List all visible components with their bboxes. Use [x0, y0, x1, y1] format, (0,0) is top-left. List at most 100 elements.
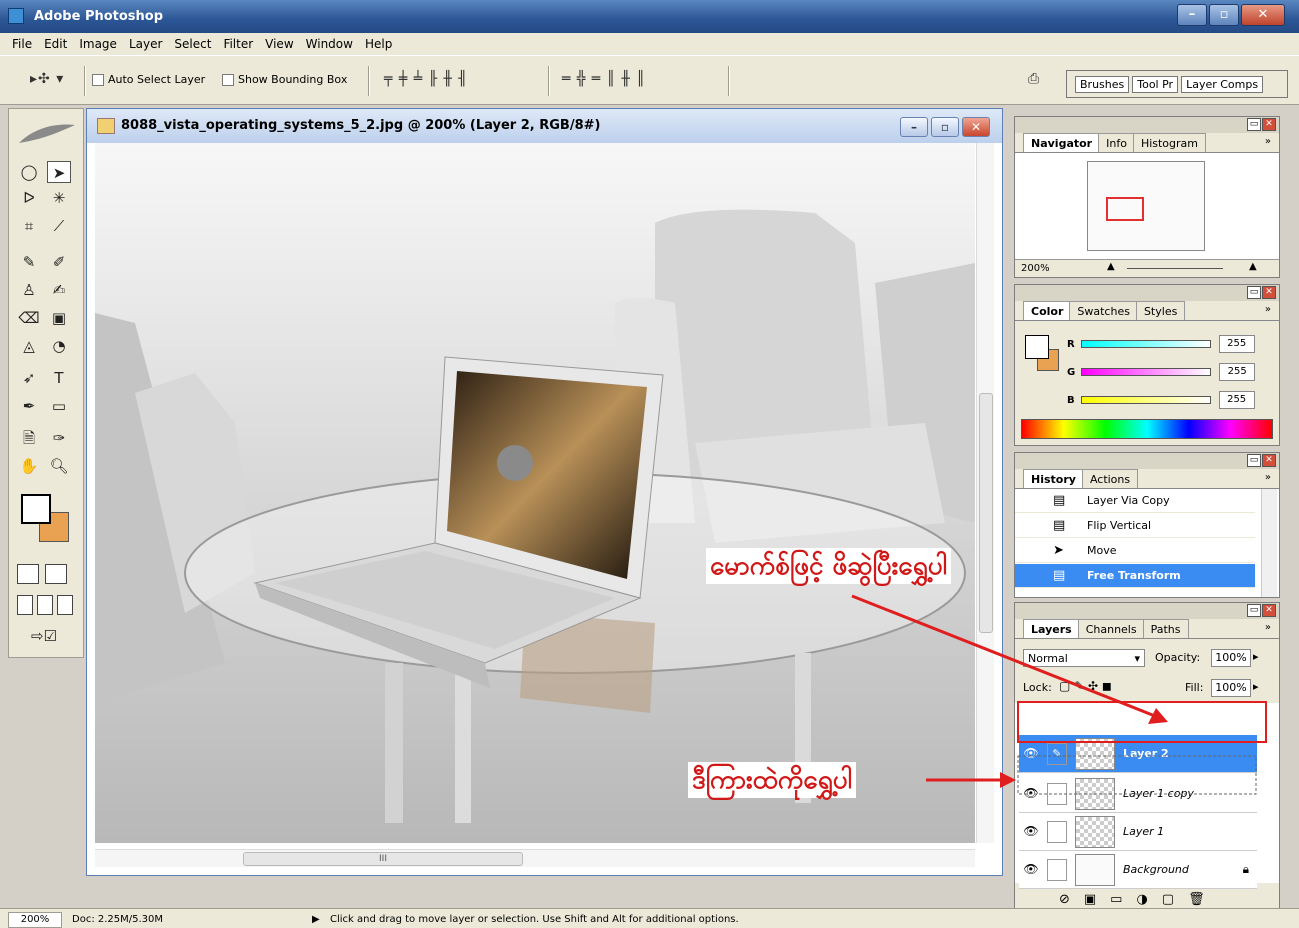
zoom-out-icon[interactable]: ▲ [1107, 261, 1115, 272]
jump-to-imageready-icon[interactable]: ⇨☑ [17, 625, 71, 647]
clone-stamp-icon[interactable]: ♙ [17, 279, 41, 301]
panel-minimize-button[interactable]: ▭ [1247, 286, 1261, 299]
panel-minimize-button[interactable]: ▭ [1247, 454, 1261, 467]
opacity-field[interactable]: 100% [1211, 649, 1251, 667]
navigator-zoom-value[interactable]: 200% [1021, 263, 1050, 274]
panel-menu-icon[interactable]: » [1265, 136, 1271, 147]
panel-close-button[interactable]: ✕ [1262, 454, 1276, 467]
brush-link-icon[interactable]: ✎ [1047, 743, 1067, 765]
brush-tool-icon[interactable]: ✐ [47, 251, 71, 273]
doc-maximize-button[interactable]: ▫ [931, 117, 959, 137]
eyedropper-tool-icon[interactable]: ✑ [47, 427, 71, 449]
tab-paths[interactable]: Paths [1142, 619, 1189, 638]
fill-field[interactable]: 100% [1211, 679, 1251, 697]
doc-close-button[interactable]: ✕ [962, 117, 990, 137]
eraser-tool-icon[interactable]: ⌫ [17, 307, 41, 329]
history-item[interactable]: ▤ Flip Vertical [1015, 514, 1255, 538]
menu-image[interactable]: Image [73, 33, 123, 55]
layer-row-layer-1-copy[interactable]: 👁︎ Layer 1 copy [1019, 775, 1257, 813]
green-value[interactable]: 255 [1219, 363, 1256, 381]
maximize-button[interactable]: ▫ [1209, 4, 1239, 26]
link-box[interactable] [1047, 821, 1067, 843]
screen-mode-standard-button[interactable] [17, 595, 33, 615]
minimize-button[interactable]: – [1177, 4, 1207, 26]
color-fg-swatch[interactable] [1025, 335, 1049, 359]
pen-tool-icon[interactable]: ✒ [17, 395, 41, 417]
green-slider[interactable] [1081, 368, 1212, 376]
vertical-scrollbar[interactable] [976, 143, 994, 843]
screen-mode-full-button[interactable] [57, 595, 73, 615]
tab-channels[interactable]: Channels [1077, 619, 1145, 638]
dodge-tool-icon[interactable]: ◔ [47, 335, 71, 357]
show-bounding-box-option[interactable]: Show Bounding Box [222, 73, 347, 86]
magic-wand-tool-icon[interactable]: ✳ [47, 187, 71, 209]
vertical-scroll-thumb[interactable] [979, 393, 993, 633]
palette-well-icon[interactable]: ⎙ [1028, 71, 1040, 87]
menu-view[interactable]: View [259, 33, 299, 55]
blue-slider[interactable] [1080, 396, 1211, 404]
panel-close-button[interactable]: ✕ [1262, 118, 1276, 131]
menu-edit[interactable]: Edit [38, 33, 73, 55]
auto-select-checkbox[interactable] [92, 73, 104, 86]
screen-mode-full-menu-button[interactable] [37, 595, 53, 615]
close-button[interactable]: ✕ [1241, 4, 1285, 26]
shape-tool-icon[interactable]: ▭ [47, 395, 71, 417]
menu-help[interactable]: Help [359, 33, 398, 55]
menu-select[interactable]: Select [168, 33, 217, 55]
zoom-in-icon[interactable]: ▲ [1249, 261, 1257, 272]
doc-minimize-button[interactable]: – [900, 117, 928, 137]
menu-layer[interactable]: Layer [123, 33, 168, 55]
visibility-eye-icon[interactable]: 👁︎ [1023, 862, 1039, 878]
move-tool-preset-icon[interactable]: ▸✣ ▾ [30, 71, 64, 87]
distribute-icons[interactable]: ═ ╬ ═ ║ ╫ ║ [562, 71, 646, 87]
panel-minimize-button[interactable]: ▭ [1247, 118, 1261, 131]
tab-histogram[interactable]: Histogram [1132, 133, 1206, 152]
crop-tool-icon[interactable]: ⌗ [17, 215, 41, 237]
gradient-tool-icon[interactable]: ▣ [47, 307, 71, 329]
well-tab-brushes[interactable]: Brushes [1075, 75, 1130, 93]
healing-brush-icon[interactable]: ✎ [17, 251, 41, 273]
tab-swatches[interactable]: Swatches [1069, 301, 1138, 320]
tab-history[interactable]: History [1023, 469, 1084, 488]
red-value[interactable]: 255 [1218, 335, 1255, 353]
layer-row-background[interactable]: 👁︎ Background 🔒︎ [1019, 851, 1257, 889]
slice-tool-icon[interactable]: ⟋ [47, 215, 71, 237]
red-slider[interactable] [1080, 340, 1211, 348]
tab-actions[interactable]: Actions [1081, 469, 1139, 488]
history-item[interactable]: ▤ Layer Via Copy [1015, 489, 1255, 513]
auto-select-layer-option[interactable]: Auto Select Layer [92, 73, 205, 86]
opacity-arrow-icon[interactable]: ▸ [1253, 650, 1259, 663]
blur-tool-icon[interactable]: ◬ [17, 335, 41, 357]
tab-styles[interactable]: Styles [1135, 301, 1186, 320]
well-tab-layer-comps[interactable]: Layer Comps [1181, 75, 1264, 93]
horizontal-scrollbar[interactable]: III [95, 849, 975, 867]
color-ramp[interactable] [1021, 419, 1273, 439]
marquee-tool-icon[interactable]: ◯ [17, 161, 41, 183]
standard-mode-button[interactable] [17, 564, 39, 584]
doc-size-info[interactable]: Doc: 2.25M/5.30M [72, 914, 163, 925]
panel-close-button[interactable]: ✕ [1262, 604, 1276, 617]
visibility-eye-icon[interactable]: 👁︎ [1023, 786, 1039, 802]
panel-close-button[interactable]: ✕ [1262, 286, 1276, 299]
history-item-selected[interactable]: ▤ Free Transform [1015, 564, 1255, 588]
align-icons[interactable]: ╤ ╪ ╧ ╟ ╫ ╢ [384, 71, 468, 87]
visibility-eye-icon[interactable]: 👁︎ [1023, 824, 1039, 840]
horizontal-scroll-thumb[interactable]: III [243, 852, 523, 866]
history-scrollbar[interactable] [1261, 489, 1277, 597]
visibility-eye-icon[interactable]: 👁︎ [1023, 746, 1039, 762]
status-menu-arrow-icon[interactable]: ▶ [312, 914, 320, 925]
quick-mask-button[interactable] [45, 564, 67, 584]
menu-filter[interactable]: Filter [217, 33, 259, 55]
move-tool-icon[interactable]: ➤ [47, 161, 71, 183]
hand-tool-icon[interactable]: ✋ [17, 455, 41, 477]
zoom-slider[interactable] [1127, 268, 1223, 269]
blend-mode-select[interactable]: Normal ▾ [1023, 649, 1145, 667]
path-selection-icon[interactable]: ➶ [17, 367, 41, 389]
bounding-box-checkbox[interactable] [222, 73, 234, 86]
fill-arrow-icon[interactable]: ▸ [1253, 680, 1259, 693]
foreground-color-swatch[interactable] [21, 494, 51, 524]
panel-minimize-button[interactable]: ▭ [1247, 604, 1261, 617]
tab-navigator[interactable]: Navigator [1023, 133, 1101, 152]
link-box[interactable] [1047, 783, 1067, 805]
panel-menu-icon[interactable]: » [1265, 622, 1271, 633]
